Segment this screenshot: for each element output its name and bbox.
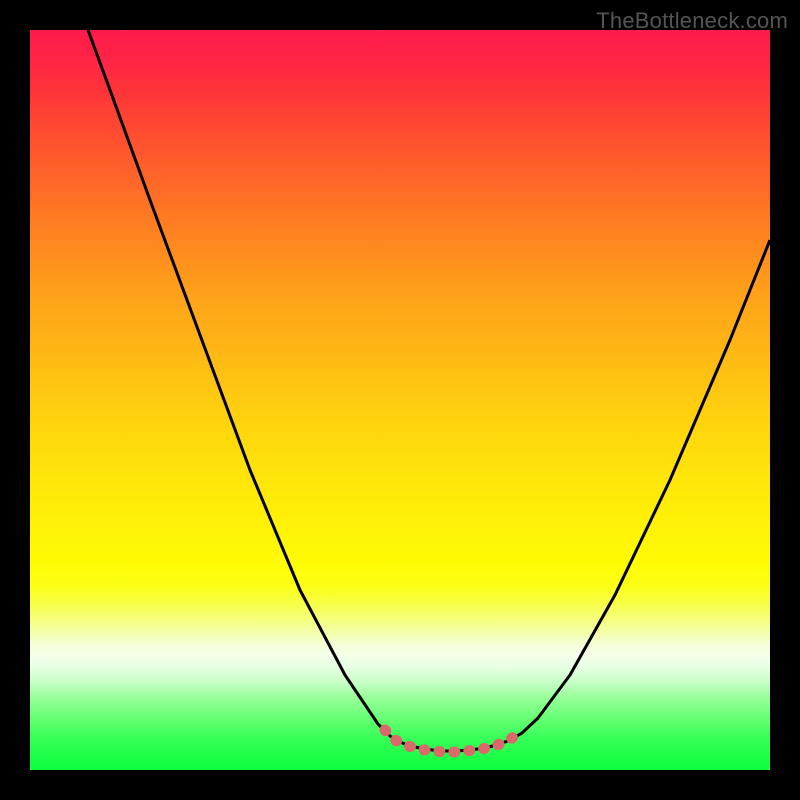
chart-canvas: TheBottleneck.com (0, 0, 800, 800)
bottleneck-curve (88, 30, 770, 751)
series-layer (30, 30, 770, 770)
plot-area (30, 30, 770, 770)
optimal-zone-highlight (385, 730, 523, 752)
watermark-text: TheBottleneck.com (596, 8, 788, 34)
